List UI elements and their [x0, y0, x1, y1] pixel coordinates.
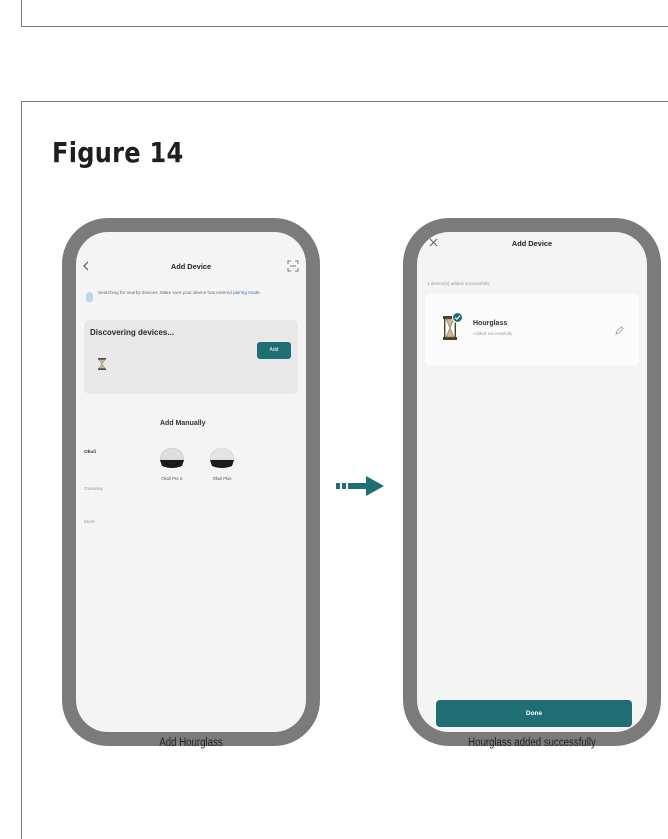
section-divider [21, 101, 668, 102]
left-margin-rule [21, 101, 22, 839]
okuli-plus-device-icon [209, 447, 235, 468]
arrow-right-icon [336, 476, 384, 496]
left-phone-frame: Add Device Searching for nearby devices.… [62, 218, 320, 746]
bluetooth-icon [86, 292, 93, 302]
product-okuli-plus[interactable]: Okuli Plus [202, 440, 242, 486]
category-more[interactable]: More [84, 520, 95, 525]
figure-title: Figure 14 [52, 136, 184, 169]
added-status-text: 1 device(s) added successfully [427, 281, 490, 286]
scan-icon[interactable] [287, 260, 299, 272]
add-device-button[interactable]: Add [257, 342, 291, 359]
search-banner-message: Searching for nearby devices. Make sure … [98, 290, 232, 295]
search-banner: Searching for nearby devices. Make sure … [84, 288, 298, 310]
device-icon-wrap [443, 312, 465, 342]
okuli-pro-s-device-icon [159, 447, 185, 468]
okuli-plus-label: Okuli Plus [212, 476, 232, 481]
add-manually-heading: Add Manually [160, 420, 206, 427]
right-screen-title: Add Device [511, 239, 553, 248]
discovering-heading: Discovering devices... [90, 328, 175, 337]
done-button[interactable]: Done [436, 700, 632, 727]
category-gateway[interactable]: Gateway [84, 487, 103, 492]
left-margin-rule-top [21, 0, 22, 26]
pairing-mode-link[interactable]: pairing mode. [233, 290, 261, 295]
product-okuli-pro-s[interactable]: Okuli Pro S [152, 440, 192, 486]
device-name: Hourglass [473, 320, 508, 327]
search-banner-text: Searching for nearby devices. Make sure … [98, 290, 294, 296]
hourglass-device-icon [98, 358, 106, 370]
device-status: Added successfully [473, 331, 513, 336]
device-row[interactable]: Hourglass Added successfully [425, 294, 639, 366]
left-phone-screen: Add Device Searching for nearby devices.… [76, 232, 306, 732]
pencil-icon[interactable] [615, 326, 624, 335]
right-phone-screen: Add Device 1 device(s) added successfull… [417, 232, 647, 732]
okuli-pro-s-label: Okuli Pro S [161, 476, 183, 481]
left-screen-title: Add Device [170, 262, 212, 271]
category-okuli[interactable]: Okuli [84, 450, 96, 455]
top-divider [21, 26, 668, 27]
right-figure-caption: Hourglass added successfully [468, 737, 596, 749]
left-figure-caption: Add Hourglass [159, 737, 223, 749]
right-phone-frame: Add Device 1 device(s) added successfull… [403, 218, 661, 746]
check-badge-icon [452, 312, 463, 323]
discovering-card: Discovering devices... Add [84, 320, 298, 394]
